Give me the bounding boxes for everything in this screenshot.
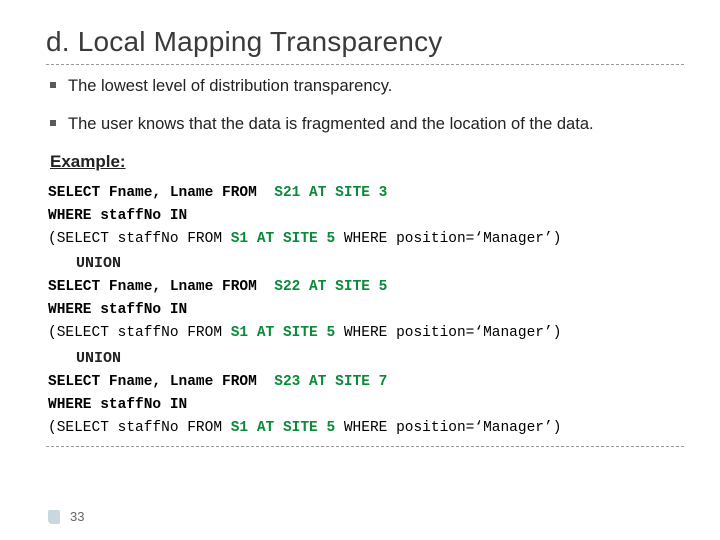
- sql-block-1: SELECT Fname, Lname FROM S21 AT SITE 3 W…: [48, 182, 684, 252]
- sql-fragment-2: S22 AT SITE 5: [274, 279, 387, 295]
- title-divider: [46, 64, 684, 65]
- sql-block-2: SELECT Fname, Lname FROM S22 AT SITE 5 W…: [48, 276, 684, 346]
- sql-fragment-1: S21 AT SITE 3: [274, 185, 387, 201]
- page-title: d. Local Mapping Transparency: [46, 26, 684, 58]
- footer: 33: [48, 509, 84, 524]
- example-heading: Example:: [50, 152, 684, 172]
- footer-icon: [48, 510, 60, 524]
- bullet-item: The user knows that the data is fragment…: [50, 113, 684, 135]
- slide: d. Local Mapping Transparency The lowest…: [0, 0, 720, 540]
- sql-sub-prefix-1: (SELECT staffNo FROM: [48, 231, 231, 247]
- bullet-item: The lowest level of distribution transpa…: [50, 75, 684, 97]
- sql-sub-prefix-3: (SELECT staffNo FROM: [48, 420, 231, 436]
- sql-sub-suffix-3: WHERE position=‘Manager’): [335, 420, 561, 436]
- sql-where-3: WHERE staffNo IN: [48, 397, 187, 413]
- page-number: 33: [70, 509, 84, 524]
- sql-where-2: WHERE staffNo IN: [48, 302, 187, 318]
- sql-fragment-3: S23 AT SITE 7: [274, 374, 387, 390]
- sql-sub-suffix-2: WHERE position=‘Manager’): [335, 325, 561, 341]
- bullet-list: The lowest level of distribution transpa…: [50, 75, 684, 136]
- sql-select-2: SELECT Fname, Lname FROM: [48, 279, 274, 295]
- sql-select-1: SELECT Fname, Lname FROM: [48, 185, 274, 201]
- sql-sub-frag-2: S1 AT SITE 5: [231, 325, 335, 341]
- union-2: UNION: [76, 350, 684, 367]
- sql-sub-frag-3: S1 AT SITE 5: [231, 420, 335, 436]
- sql-select-3: SELECT Fname, Lname FROM: [48, 374, 274, 390]
- union-1: UNION: [76, 255, 684, 272]
- sql-sub-suffix-1: WHERE position=‘Manager’): [335, 231, 561, 247]
- footer-divider: [46, 446, 684, 447]
- sql-block-3: SELECT Fname, Lname FROM S23 AT SITE 7 W…: [48, 371, 684, 441]
- sql-sub-frag-1: S1 AT SITE 5: [231, 231, 335, 247]
- sql-sub-prefix-2: (SELECT staffNo FROM: [48, 325, 231, 341]
- sql-where-1: WHERE staffNo IN: [48, 208, 187, 224]
